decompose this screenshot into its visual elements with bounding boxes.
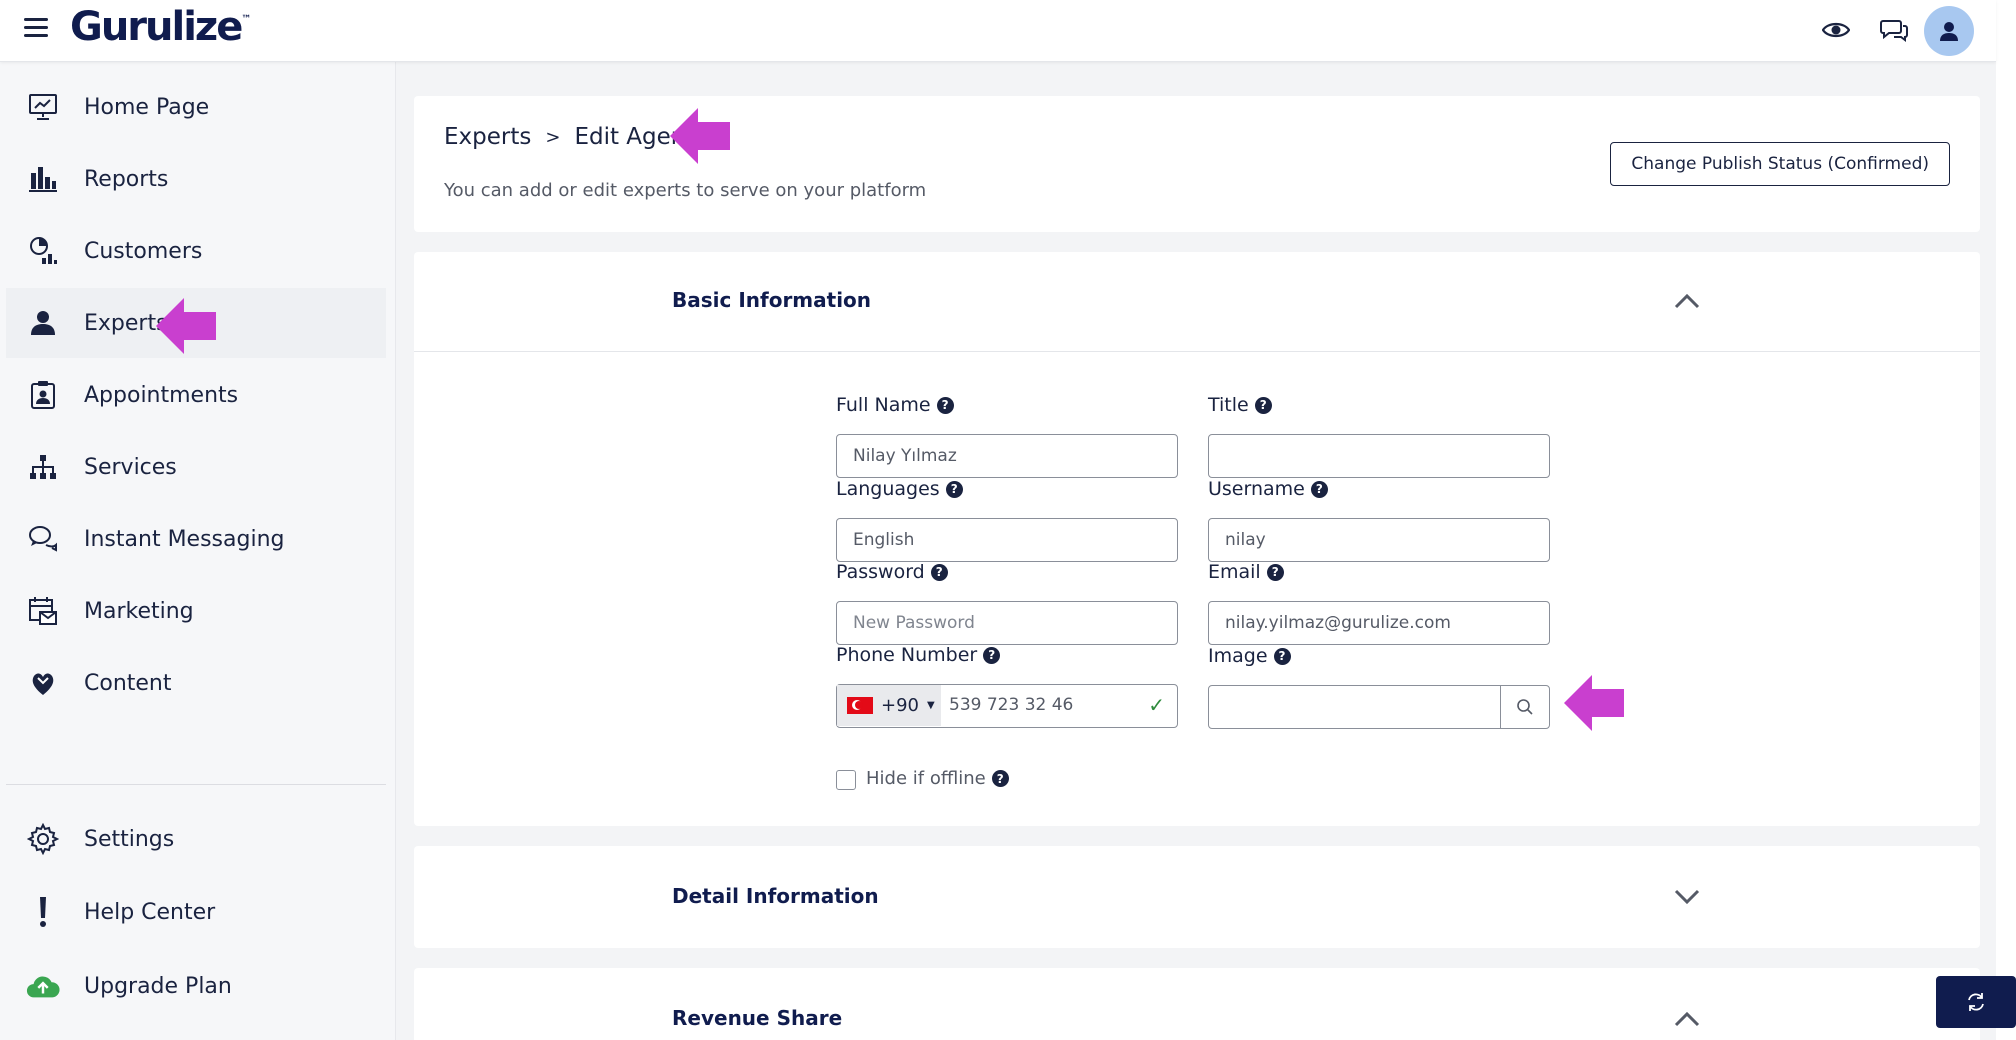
sidebar-item-label: Settings (84, 826, 175, 852)
sidebar-item-help-center[interactable]: Help Center (6, 877, 386, 947)
breadcrumb-separator: > (545, 126, 561, 148)
hamburger-menu-icon[interactable] (24, 18, 48, 38)
help-icon[interactable]: ? (991, 770, 1009, 787)
chat-bubbles-icon (26, 522, 60, 556)
username-input[interactable]: nilay (1208, 518, 1550, 562)
help-icon[interactable]: ? (936, 396, 954, 414)
title-label: Title? (1208, 394, 1272, 416)
help-icon[interactable]: ? (983, 646, 1001, 664)
breadcrumb-experts[interactable]: Experts (444, 124, 531, 150)
puzzle-heart-icon (26, 666, 60, 700)
image-search-button[interactable] (1500, 685, 1550, 729)
bar-chart-icon (26, 162, 60, 196)
sidebar-item-label: Appointments (84, 382, 239, 408)
monitor-chart-icon (26, 90, 60, 124)
highlight-arrow-icon (670, 108, 730, 164)
country-code: +90 (881, 695, 919, 716)
turkey-flag-icon (847, 697, 873, 714)
change-publish-status-button[interactable]: Change Publish Status (Confirmed) (1610, 142, 1950, 186)
sidebar-item-label: Reports (84, 166, 169, 192)
sidebar-item-reports[interactable]: Reports (6, 144, 386, 214)
sidebar-item-home-page[interactable]: Home Page (6, 72, 386, 142)
help-icon[interactable]: ? (1254, 396, 1272, 414)
phone-number-value: 539 723 32 46 (949, 695, 1074, 715)
hide-if-offline-checkbox[interactable] (836, 770, 856, 790)
user-avatar[interactable] (1924, 6, 1974, 56)
email-input[interactable]: nilay.yilmaz@gurulize.com (1208, 601, 1550, 645)
detail-information-card: Detail Information (414, 846, 1980, 948)
help-icon[interactable]: ? (930, 563, 948, 581)
valid-check-icon: ✓ (1148, 693, 1165, 717)
eye-icon[interactable] (1820, 14, 1852, 46)
sidebar-divider (6, 784, 386, 785)
help-icon[interactable]: ? (1310, 480, 1328, 498)
sidebar-item-appointments[interactable]: Appointments (6, 360, 386, 430)
page-header-card: Experts > Edit Agent You can add or edit… (414, 96, 1980, 232)
chevron-down-icon[interactable] (1672, 882, 1702, 912)
phone-number-label: Phone Number? (836, 644, 1001, 666)
username-label: Username? (1208, 478, 1328, 500)
phone-number-input[interactable]: +90 ▼ 539 723 32 46 ✓ (836, 684, 1178, 728)
sidebar: Home Page Reports Customers Experts Appo… (0, 62, 396, 1040)
breadcrumb: Experts > Edit Agent (444, 124, 694, 150)
section-title-revenue[interactable]: Revenue Share (672, 1006, 842, 1030)
chevron-up-icon[interactable] (1672, 286, 1702, 316)
highlight-arrow-icon (156, 298, 216, 354)
help-icon[interactable]: ? (1273, 647, 1291, 665)
sidebar-item-upgrade-plan[interactable]: Upgrade Plan (6, 951, 386, 1021)
hide-if-offline-label: Hide if offline? (866, 768, 1009, 789)
calendar-mail-icon (26, 594, 60, 628)
section-title-detail[interactable]: Detail Information (672, 884, 879, 908)
section-divider (414, 351, 1980, 352)
refresh-icon (1968, 993, 1984, 1011)
sidebar-item-label: Marketing (84, 598, 194, 624)
sidebar-item-content[interactable]: Content (6, 648, 386, 718)
sidebar-item-label: Content (84, 670, 172, 696)
exclamation-icon (26, 895, 60, 929)
sidebar-item-settings[interactable]: Settings (6, 804, 386, 874)
help-icon[interactable]: ? (1266, 563, 1284, 581)
basic-information-card: Basic Information Full Name? Nilay Yılma… (414, 252, 1980, 826)
sidebar-item-customers[interactable]: Customers (6, 216, 386, 286)
sidebar-item-instant-messaging[interactable]: Instant Messaging (6, 504, 386, 574)
user-icon (26, 306, 60, 340)
sidebar-item-label: Instant Messaging (84, 526, 285, 552)
image-label: Image? (1208, 645, 1291, 667)
cloud-upload-icon (26, 969, 60, 1003)
sidebar-item-label: Home Page (84, 94, 210, 120)
sidebar-item-label: Upgrade Plan (84, 973, 232, 999)
pie-chart-icon (26, 234, 60, 268)
gear-icon (26, 822, 60, 856)
highlight-arrow-icon (1564, 675, 1624, 731)
image-input[interactable] (1208, 685, 1502, 729)
chat-icon[interactable] (1878, 14, 1910, 46)
sidebar-item-label: Services (84, 454, 177, 480)
section-title-basic[interactable]: Basic Information (672, 288, 871, 312)
hierarchy-icon (26, 450, 60, 484)
languages-input[interactable]: English (836, 518, 1178, 562)
sidebar-item-label: Help Center (84, 899, 216, 925)
revenue-share-card: Revenue Share (414, 968, 1980, 1040)
password-label: Password? (836, 561, 948, 583)
page-subtitle: You can add or edit experts to serve on … (444, 180, 927, 201)
email-label: Email? (1208, 561, 1284, 583)
sidebar-item-services[interactable]: Services (6, 432, 386, 502)
full-name-label: Full Name? (836, 394, 954, 416)
sidebar-item-label: Customers (84, 238, 203, 264)
chevron-up-icon[interactable] (1672, 1004, 1702, 1034)
caret-down-icon: ▼ (927, 700, 935, 711)
title-input[interactable] (1208, 434, 1550, 478)
top-bar: Gurulize™ (0, 0, 1996, 62)
password-input[interactable]: New Password (836, 601, 1178, 645)
refresh-button[interactable] (1936, 976, 2016, 1028)
main-content: Experts > Edit Agent You can add or edit… (396, 62, 1996, 1040)
languages-label: Languages? (836, 478, 963, 500)
clipboard-user-icon (26, 378, 60, 412)
search-icon (1517, 699, 1533, 715)
country-code-dropdown[interactable]: +90 ▼ (837, 685, 941, 726)
sidebar-item-marketing[interactable]: Marketing (6, 576, 386, 646)
app-logo[interactable]: Gurulize™ (70, 4, 251, 50)
help-icon[interactable]: ? (945, 480, 963, 498)
full-name-input[interactable]: Nilay Yılmaz (836, 434, 1178, 478)
